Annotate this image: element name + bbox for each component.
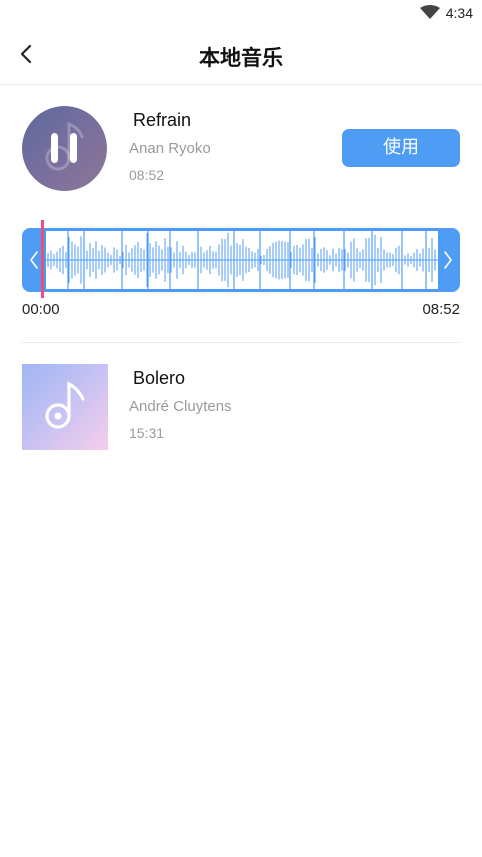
status-time: 4:34 [445,5,473,21]
song-artist: Anan Ryoko [129,140,211,157]
chevron-right-icon [444,251,452,269]
song-artist: André Cluytens [129,398,232,415]
waveform-bars [46,231,438,289]
song-title: Bolero [133,368,186,388]
wifi-icon [420,5,440,19]
divider [22,342,460,343]
song-duration: 08:52 [129,167,165,183]
playhead[interactable] [41,220,44,298]
music-note-icon [45,381,85,429]
title-bar: 本地音乐 [0,26,482,85]
waveform-trimmer [22,228,460,292]
trim-end-time: 08:52 [422,301,460,318]
use-button[interactable]: 使用 [342,129,460,167]
song-cover-refrain[interactable] [22,106,107,191]
page-title: 本地音乐 [199,46,283,70]
song-duration: 15:31 [129,425,165,441]
trim-end-handle[interactable] [436,228,460,292]
song-title: Refrain [133,110,192,130]
local-music-screen: 4:34 本地音乐 Refrain Anan Ryoko 08:52 使用 00… [0,0,482,857]
waveform [46,231,438,289]
song-cover-bolero[interactable] [22,364,108,450]
status-bar: 4:34 [0,0,482,26]
trim-start-time: 00:00 [22,301,60,318]
pause-icon [51,133,77,163]
